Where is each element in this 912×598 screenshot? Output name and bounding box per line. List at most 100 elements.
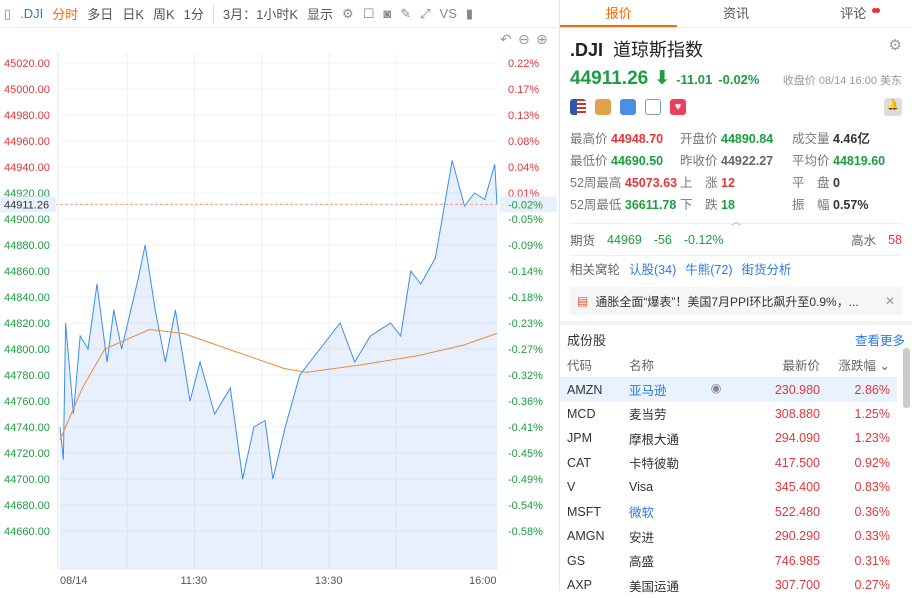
table-row[interactable]: GS 高盛 746.985 0.31% xyxy=(560,549,897,574)
warrants-link-cbbc[interactable]: 牛熊(72) xyxy=(685,259,732,278)
current-price-label: 44911.26 xyxy=(4,199,49,211)
bell-icon[interactable]: 🔔 xyxy=(884,98,902,116)
tab-daily-k[interactable]: 日K xyxy=(122,4,144,23)
note-icon[interactable] xyxy=(645,99,661,115)
table-row[interactable]: V Visa 345.400 0.83% xyxy=(560,475,897,500)
stat-item: 开盘价 44890.84 xyxy=(680,128,792,147)
scrollbar[interactable] xyxy=(903,348,910,408)
stat-item: 上 涨 12 xyxy=(680,172,792,191)
y-tick-label: 44960.00 xyxy=(4,136,50,148)
collapse-chevron-icon[interactable]: ︿ xyxy=(570,213,902,228)
timestamp: 收盘价 08/14 16:00 美东 xyxy=(782,75,902,87)
heart-icon[interactable]: ♥ xyxy=(670,99,686,115)
gear-icon[interactable]: ⚙ xyxy=(889,36,902,54)
table-row[interactable]: AMZN 亚马逊 ◉ 230.980 2.86% xyxy=(560,377,897,402)
stock-code: JPM xyxy=(567,431,592,446)
news-headline[interactable]: 通胀全面“爆表”！美国7月PPI环比飙升至0.9%，... xyxy=(595,293,878,310)
zoom-out-icon[interactable]: ⊖ xyxy=(518,31,530,47)
gear-icon[interactable]: ⚙ xyxy=(342,6,354,22)
col-code[interactable]: 代码 xyxy=(560,353,622,378)
tab-multi-day[interactable]: 多日 xyxy=(87,4,113,23)
premium-label: 高水 xyxy=(851,234,877,248)
table-row[interactable]: MCD 麦当劳 308.880 1.25% xyxy=(560,402,897,427)
pct-tick-label: -0.23% xyxy=(508,318,543,330)
stat-value: 44922.27 xyxy=(721,154,774,168)
tab-comments[interactable]: 评论 xyxy=(795,0,912,27)
stock-change: 0.92% xyxy=(854,455,890,470)
col-name[interactable]: 名称 xyxy=(622,353,729,378)
tab-quote[interactable]: 报价 xyxy=(560,0,678,27)
stock-name: 微软 xyxy=(622,500,729,525)
tag-icon[interactable] xyxy=(620,99,636,115)
table-row[interactable]: JPM 摩根大通 294.090 1.23% xyxy=(560,426,897,451)
y-tick-label: 44660.00 xyxy=(4,526,50,538)
close-icon[interactable]: ✕ xyxy=(885,294,895,308)
sidebar-toggle-icon[interactable]: ▯ xyxy=(4,6,11,22)
futures-price: 44969 xyxy=(607,232,642,247)
stat-label: 52周最低 xyxy=(570,198,622,212)
stock-change: 0.33% xyxy=(854,529,890,544)
col-price[interactable]: 最新价 xyxy=(728,353,827,378)
constituents-header: 成份股 查看更多 xyxy=(560,325,912,353)
col-change-label: 涨跌幅 xyxy=(838,359,877,374)
tab-news[interactable]: 资讯 xyxy=(677,0,878,27)
display-select[interactable]: 显示 xyxy=(307,4,333,23)
period-select[interactable]: 3月：1小时K xyxy=(223,4,298,23)
stock-change: 2.86% xyxy=(827,377,897,402)
panel-toggle-icon[interactable]: ▮ xyxy=(466,6,473,22)
symbol-label: .DJI xyxy=(20,6,44,21)
stat-label: 平 盘 xyxy=(792,176,830,190)
pct-tick-label: -0.32% xyxy=(508,370,543,382)
pct-tick-label: 0.17% xyxy=(508,84,539,96)
camera-icon[interactable]: ◙ xyxy=(383,6,391,21)
eye-icon[interactable]: ◉ xyxy=(711,380,722,395)
warrants-link-analysis[interactable]: 街货分析 xyxy=(741,259,791,278)
table-row[interactable]: AXP 美国运通 307.700 0.27% xyxy=(560,573,897,598)
us-flag-icon xyxy=(570,99,586,115)
level1-icon[interactable] xyxy=(595,99,611,115)
tab-1min[interactable]: 1分 xyxy=(184,4,204,23)
y-tick-label: 44940.00 xyxy=(4,162,50,174)
intraday-chart[interactable]: 45020.00 0.22% 45000.00 0.17% 44980.00 0.13% 4… xyxy=(0,28,557,591)
fullscreen-icon[interactable]: ⤢ xyxy=(420,6,430,22)
stock-change: 0.83% xyxy=(854,480,890,495)
stock-name: 亚马逊 ◉ xyxy=(622,377,729,402)
view-more-link[interactable]: 查看更多 xyxy=(855,330,905,349)
table-row[interactable]: CAT 卡特彼勒 417.500 0.92% xyxy=(560,451,897,476)
stock-name-text: 微软 xyxy=(629,506,655,521)
stock-name: 安进 xyxy=(622,524,729,549)
stat-value: 44690.50 xyxy=(611,154,664,168)
stock-price: 230.980 xyxy=(728,377,827,402)
news-banner[interactable]: ▤ 通胀全面“爆表”！美国7月PPI环比飙升至0.9%，... ✕ xyxy=(570,287,902,315)
col-change[interactable]: 涨跌幅 ⌄ xyxy=(827,353,897,378)
stat-item: 52周最高 45073.63 xyxy=(570,172,680,191)
stat-item: 昨收价 44922.27 xyxy=(680,150,792,169)
x-tick-label: 13:30 xyxy=(315,575,343,587)
pencil-icon[interactable]: ✎ xyxy=(400,6,411,22)
stat-item: 最低价 44690.50 xyxy=(570,150,680,169)
tab-intraday[interactable]: 分时 xyxy=(52,4,78,23)
stock-name-text: 高盛 xyxy=(629,555,655,570)
pct-tick-label: -0.09% xyxy=(508,240,543,252)
vs-button[interactable]: VS xyxy=(440,6,457,21)
y-tick-label: 45020.00 xyxy=(4,58,50,70)
table-row[interactable]: AMGN 安进 290.290 0.33% xyxy=(560,524,897,549)
last-price: 44911.26 xyxy=(570,68,649,89)
pct-tick-label: -0.05% xyxy=(508,214,543,226)
zoom-in-icon[interactable]: ⊕ xyxy=(536,31,548,47)
square-icon[interactable]: ☐ xyxy=(363,6,375,22)
y-tick-label: 44800.00 xyxy=(4,344,50,356)
y-tick-label: 44880.00 xyxy=(4,240,50,252)
x-tick-label: 11:30 xyxy=(180,575,207,587)
futures-pct: -0.12% xyxy=(683,232,724,247)
tab-weekly-k[interactable]: 周K xyxy=(153,4,175,23)
stock-name-text: Visa xyxy=(629,480,654,495)
table-row[interactable]: MSFT 微软 522.480 0.36% xyxy=(560,500,897,525)
stock-code: AMZN xyxy=(560,377,622,402)
stock-name: 高盛 xyxy=(622,549,729,574)
stock-name: Visa xyxy=(622,475,729,500)
warrants-row: 相关窝轮 认股(34) 牛熊(72) 街货分析 xyxy=(570,255,902,281)
undo-icon[interactable]: ↶ xyxy=(500,31,512,47)
warrants-link-call[interactable]: 认股(34) xyxy=(629,259,676,278)
stock-price: 294.090 xyxy=(774,431,820,446)
